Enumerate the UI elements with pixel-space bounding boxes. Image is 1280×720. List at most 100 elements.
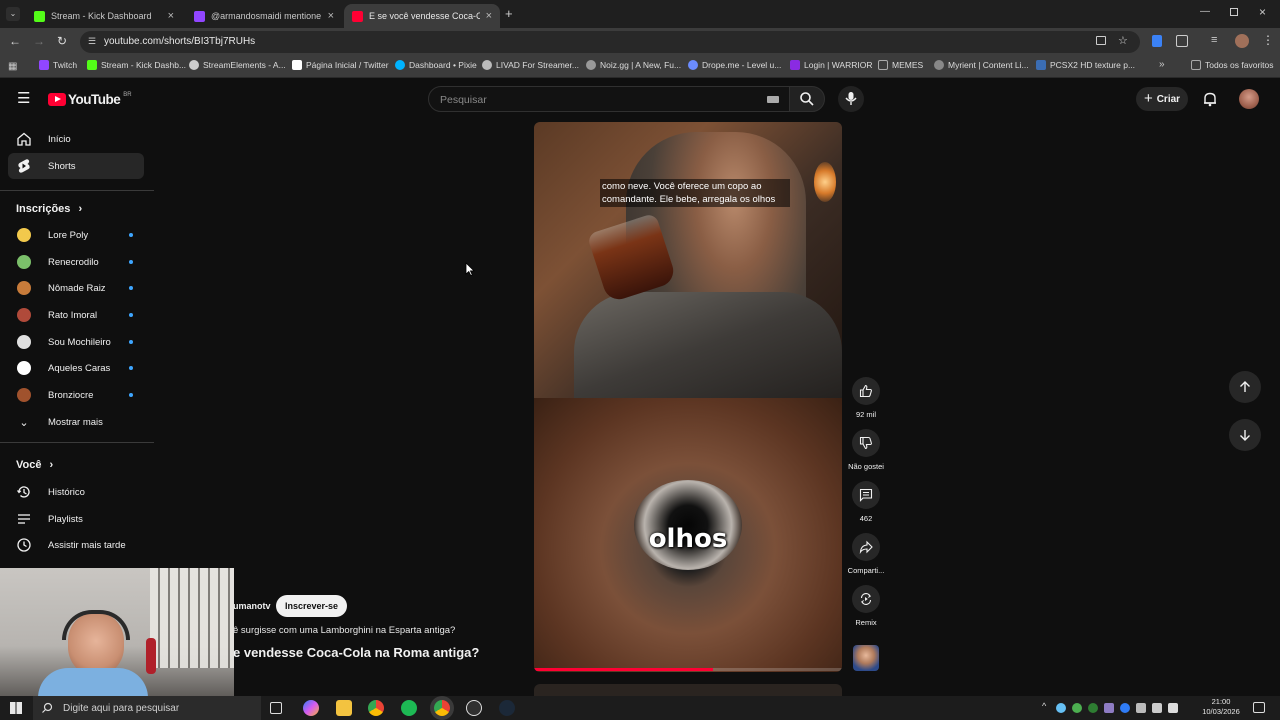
- pen-tray-icon[interactable]: [1104, 703, 1114, 713]
- bookmark-streamelements[interactable]: StreamElements - A...: [189, 60, 286, 70]
- comments-button[interactable]: 462: [846, 481, 886, 523]
- bookmark-drope[interactable]: Drope.me - Level u...: [688, 60, 781, 70]
- tab-twitch[interactable]: @armandosmaidi mentione ×: [186, 4, 342, 28]
- sidebar-item-watch-later[interactable]: Assistir mais tarde: [8, 532, 144, 558]
- bookmark-star-icon[interactable]: ☆: [1118, 34, 1128, 47]
- search-input[interactable]: Pesquisar: [428, 86, 790, 112]
- site-info-icon[interactable]: ☰: [88, 36, 96, 47]
- youtube-logo[interactable]: YouTube BR: [48, 92, 132, 107]
- bookmark-pcsx2[interactable]: PCSX2 HD texture p...: [1036, 60, 1135, 70]
- bookmark-livad[interactable]: LIVAD For Streamer...: [482, 60, 579, 70]
- sidebar-item-history[interactable]: Histórico: [8, 479, 144, 505]
- chrome-active-icon[interactable]: [434, 700, 450, 716]
- more-bookmarks-icon[interactable]: »: [1159, 59, 1165, 70]
- tray-icons[interactable]: [1056, 703, 1178, 713]
- video-progress-bar[interactable]: [534, 668, 842, 671]
- tab-kick[interactable]: Stream - Kick Dashboard ×: [26, 4, 182, 28]
- apps-icon[interactable]: ▦: [8, 61, 17, 72]
- close-icon[interactable]: ×: [168, 10, 174, 22]
- search-button[interactable]: [789, 86, 825, 112]
- spotify-icon[interactable]: [401, 700, 417, 716]
- sidebar-item-lore-poly[interactable]: Lore Poly: [8, 222, 144, 248]
- system-clock[interactable]: 21:00 10/03/2026: [1196, 697, 1246, 717]
- channel-name[interactable]: umanotv: [233, 601, 271, 611]
- new-tab-button[interactable]: +: [505, 6, 513, 21]
- like-button[interactable]: 92 mil: [846, 377, 886, 419]
- sidebar-item-shorts[interactable]: Shorts: [8, 153, 144, 179]
- extensions-puzzle-icon[interactable]: [1176, 35, 1188, 47]
- close-window-icon[interactable]: ×: [1259, 5, 1266, 19]
- app-tray-icon[interactable]: [1088, 703, 1098, 713]
- video-caption: como neve. Você oferece um copo ao coman…: [600, 179, 790, 207]
- sidebar-item-nomade-raiz[interactable]: Nômade Raiz: [8, 275, 144, 301]
- tab-youtube[interactable]: E se você vendesse Coca-C ×: [344, 4, 500, 28]
- bookmark-pixie[interactable]: Dashboard • Pixie: [395, 60, 477, 70]
- sidebar-item-playlists[interactable]: Playlists: [8, 506, 144, 532]
- close-icon[interactable]: ×: [486, 10, 492, 22]
- you-section-title[interactable]: Você ›: [16, 459, 53, 471]
- app-tray-icon[interactable]: [1072, 703, 1082, 713]
- close-icon[interactable]: ×: [328, 10, 334, 22]
- shorts-video-player[interactable]: como neve. Você oferece um copo ao coman…: [534, 122, 842, 672]
- restore-icon[interactable]: [1230, 8, 1238, 16]
- dislike-button[interactable]: Não gostei: [846, 429, 886, 471]
- notifications-bell-icon[interactable]: [1202, 91, 1218, 107]
- forward-icon[interactable]: →: [33, 34, 45, 48]
- video-description: ê surgisse com uma Lamborghini na Espart…: [233, 625, 456, 636]
- network-icon[interactable]: [1152, 703, 1162, 713]
- task-view-icon[interactable]: [270, 702, 282, 714]
- obs-icon[interactable]: [466, 700, 482, 716]
- speaker-icon[interactable]: [1168, 703, 1178, 713]
- steam-icon[interactable]: [499, 700, 515, 716]
- voice-search-button[interactable]: [838, 86, 864, 112]
- sidebar-item-aqueles-caras[interactable]: Aqueles Caras: [8, 355, 144, 381]
- sidebar-item-renecrodilo[interactable]: Renecrodilo: [8, 249, 144, 275]
- sound-thumbnail[interactable]: [853, 645, 879, 671]
- bookmark-memes[interactable]: MEMES: [878, 60, 923, 70]
- tab-search-icon[interactable]: ⌄: [6, 7, 20, 21]
- steam-tray-icon[interactable]: [1056, 703, 1066, 713]
- usb-icon[interactable]: [1136, 703, 1146, 713]
- minimize-icon[interactable]: —: [1200, 6, 1210, 17]
- sidebar-item-home[interactable]: Início: [8, 126, 144, 152]
- remix-button[interactable]: Remix: [846, 585, 886, 627]
- bookmark-kick[interactable]: Stream - Kick Dashb...: [87, 60, 186, 70]
- extension-icon[interactable]: [1152, 35, 1162, 47]
- profile-avatar[interactable]: [1235, 34, 1249, 48]
- create-button[interactable]: + Criar: [1136, 87, 1188, 111]
- hamburger-menu-icon[interactable]: ☰: [17, 91, 30, 106]
- bookmark-twitter[interactable]: Página Inicial / Twitter: [292, 60, 389, 70]
- video-title[interactable]: e vendesse Coca-Cola na Roma antiga?: [233, 645, 479, 660]
- notification-center-icon[interactable]: [1253, 702, 1265, 713]
- windows-start-icon[interactable]: [10, 702, 22, 714]
- sidebar-item-bronziocre[interactable]: Bronziocre: [8, 382, 144, 408]
- bookmark-noiz[interactable]: Noiz.gg | A New, Fu...: [586, 60, 681, 70]
- chrome-icon[interactable]: [368, 700, 384, 716]
- next-short-button[interactable]: [1229, 419, 1261, 451]
- sidebar-item-rato-imoral[interactable]: Rato Imoral: [8, 302, 144, 328]
- bluetooth-icon[interactable]: [1120, 703, 1130, 713]
- sidebar-item-sou-mochileiro[interactable]: Sou Mochileiro: [8, 329, 144, 355]
- bookmark-twitch[interactable]: Twitch: [39, 60, 77, 70]
- reload-icon[interactable]: ↻: [57, 34, 67, 48]
- tray-chevron-icon[interactable]: ^: [1042, 701, 1046, 711]
- media-controls-icon[interactable]: ≡: [1211, 34, 1217, 46]
- subscriptions-title[interactable]: Inscrições ›: [16, 203, 82, 215]
- copilot-icon[interactable]: [303, 700, 319, 716]
- share-button[interactable]: Comparti...: [846, 533, 886, 575]
- account-avatar[interactable]: [1239, 89, 1259, 109]
- address-bar[interactable]: ☰ youtube.com/shorts/BI3Tbj7RUHs ☆: [80, 31, 1140, 53]
- youtube-play-icon: [48, 93, 66, 106]
- install-app-icon[interactable]: [1096, 36, 1106, 45]
- all-bookmarks-folder[interactable]: Todos os favoritos: [1191, 60, 1274, 70]
- keyboard-icon[interactable]: [767, 96, 779, 103]
- previous-short-button[interactable]: [1229, 371, 1261, 403]
- show-more-button[interactable]: ⌄ Mostrar mais: [8, 409, 144, 435]
- bookmark-warrior[interactable]: Login | WARRIOR: [790, 60, 873, 70]
- taskbar-search-input[interactable]: Digite aqui para pesquisar: [33, 696, 261, 720]
- bookmark-myrient[interactable]: Myrient | Content Li...: [934, 60, 1029, 70]
- menu-icon[interactable]: ⋮: [1262, 33, 1274, 47]
- back-icon[interactable]: ←: [9, 34, 21, 48]
- subscribe-button[interactable]: Inscrever-se: [276, 595, 347, 617]
- file-explorer-icon[interactable]: [336, 700, 352, 716]
